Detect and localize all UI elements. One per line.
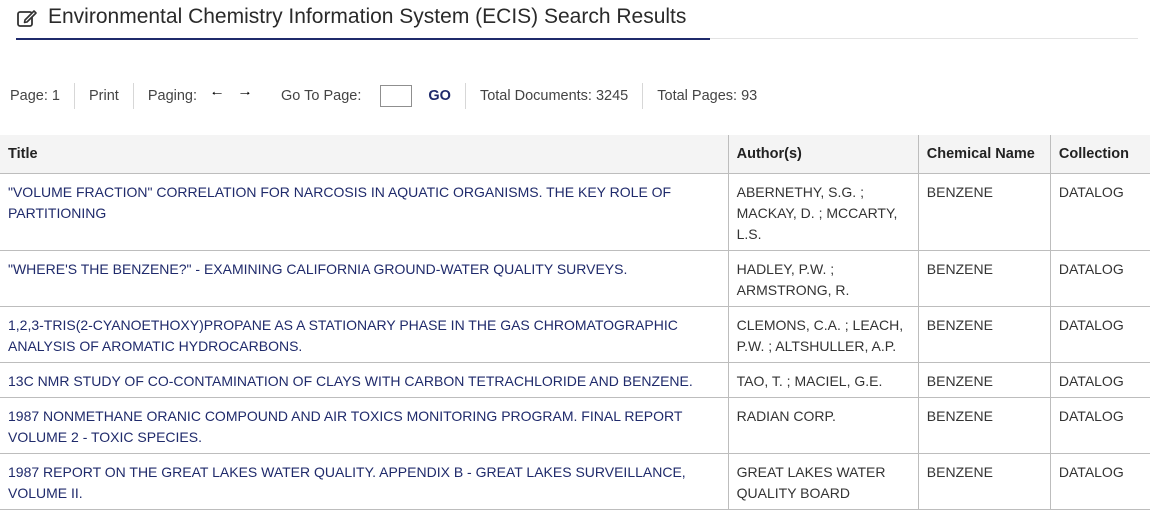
results-table: Title Author(s) Chemical Name Collection…: [0, 135, 1150, 510]
table-row: 1,2,3-TRIS(2-CYANOETHOXY)PROPANE AS A ST…: [0, 306, 1150, 363]
title-cell: 13C NMR STUDY OF CO-CONTAMINATION OF CLA…: [0, 362, 729, 398]
page-indicator: Page: 1: [10, 88, 60, 104]
table-row: "WHERE'S THE BENZENE?" - EXAMINING CALIF…: [0, 250, 1150, 307]
goto-page-input[interactable]: [380, 85, 413, 107]
chemical-cell: BENZENE: [917, 173, 1051, 251]
authors-cell: HADLEY, P.W. ; ARMSTRONG, R.: [727, 250, 919, 307]
total-documents: Total Documents: 3245: [479, 88, 629, 104]
edit-icon: [16, 7, 38, 29]
table-row: "VOLUME FRACTION" CORRELATION FOR NARCOS…: [0, 173, 1150, 251]
column-header-collection[interactable]: Collection: [1049, 135, 1150, 174]
authors-cell: TAO, T. ; MACIEL, G.E.: [727, 362, 919, 398]
column-header-authors[interactable]: Author(s): [727, 135, 919, 174]
page-title: Environmental Chemistry Information Syst…: [48, 5, 687, 28]
collection-cell: DATALOG: [1049, 362, 1150, 398]
print-link[interactable]: Print: [75, 83, 133, 109]
title-cell: 1987 REPORT ON THE GREAT LAKES WATER QUA…: [0, 453, 729, 510]
chemical-cell: BENZENE: [917, 397, 1051, 454]
table-row: 1987 NONMETHANE ORANIC COMPOUND AND AIR …: [0, 397, 1150, 454]
result-title-link[interactable]: "WHERE'S THE BENZENE?" - EXAMINING CALIF…: [8, 261, 627, 277]
table-header-row: Title Author(s) Chemical Name Collection: [0, 135, 1150, 174]
chemical-cell: BENZENE: [917, 453, 1051, 510]
column-header-title[interactable]: Title: [0, 135, 729, 174]
go-button[interactable]: GO: [428, 88, 451, 104]
authors-cell: RADIAN CORP.: [727, 397, 919, 454]
total-pages: Total Pages: 93: [657, 88, 758, 104]
result-title-link[interactable]: "VOLUME FRACTION" CORRELATION FOR NARCOS…: [8, 184, 671, 221]
collection-cell: DATALOG: [1049, 173, 1150, 251]
paging-group: Paging: 🠀 🠂: [134, 83, 267, 109]
results-toolbar: Page: 1 Print Paging: 🠀 🠂 Go To Page: GO…: [0, 83, 1150, 109]
goto-label: Go To Page:: [281, 88, 362, 104]
collection-cell: DATALOG: [1049, 306, 1150, 363]
result-title-link[interactable]: 1987 NONMETHANE ORANIC COMPOUND AND AIR …: [8, 408, 682, 445]
result-title-link[interactable]: 1987 REPORT ON THE GREAT LAKES WATER QUA…: [8, 464, 686, 501]
goto-group: Go To Page: GO: [267, 83, 465, 109]
arrow-left-icon[interactable]: 🠀: [209, 85, 225, 107]
title-cell: "WHERE'S THE BENZENE?" - EXAMINING CALIF…: [0, 250, 729, 307]
result-title-link[interactable]: 13C NMR STUDY OF CO-CONTAMINATION OF CLA…: [8, 373, 693, 389]
table-row: 1987 REPORT ON THE GREAT LAKES WATER QUA…: [0, 453, 1150, 510]
chemical-cell: BENZENE: [917, 306, 1051, 363]
title-cell: 1987 NONMETHANE ORANIC COMPOUND AND AIR …: [0, 397, 729, 454]
result-title-link[interactable]: 1,2,3-TRIS(2-CYANOETHOXY)PROPANE AS A ST…: [8, 317, 678, 354]
title-cell: 1,2,3-TRIS(2-CYANOETHOXY)PROPANE AS A ST…: [0, 306, 729, 363]
chemical-cell: BENZENE: [917, 362, 1051, 398]
arrow-right-icon[interactable]: 🠂: [237, 85, 253, 107]
paging-label: Paging:: [147, 88, 198, 104]
collection-cell: DATALOG: [1049, 250, 1150, 307]
page-header: Environmental Chemistry Information Syst…: [16, 0, 1138, 40]
table-row: 13C NMR STUDY OF CO-CONTAMINATION OF CLA…: [0, 362, 1150, 398]
collection-cell: DATALOG: [1049, 397, 1150, 454]
chemical-cell: BENZENE: [917, 250, 1051, 307]
authors-cell: CLEMONS, C.A. ; LEACH, P.W. ; ALTSHULLER…: [727, 306, 919, 363]
collection-cell: DATALOG: [1049, 453, 1150, 510]
title-cell: "VOLUME FRACTION" CORRELATION FOR NARCOS…: [0, 173, 729, 251]
authors-cell: ABERNETHY, S.G. ; MACKAY, D. ; MCCARTY, …: [727, 173, 919, 251]
authors-cell: GREAT LAKES WATER QUALITY BOARD: [727, 453, 919, 510]
column-header-chemical-name[interactable]: Chemical Name: [917, 135, 1051, 174]
